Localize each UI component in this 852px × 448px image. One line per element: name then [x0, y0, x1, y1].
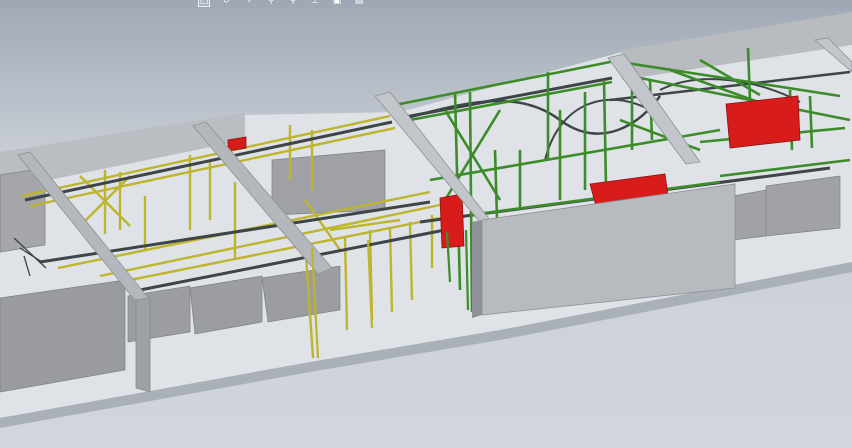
partition-pillar [135, 297, 151, 393]
partition-wall-center-side [472, 220, 482, 318]
machine-box [765, 175, 841, 237]
view-toolbar: □ ⟳ › ⚲ ⚲ ⊥ ▣ ▤ [198, 0, 364, 7]
zoom-fit-icon[interactable]: ⚲ [288, 0, 298, 6]
red-unit [725, 95, 801, 149]
red-unit [439, 193, 465, 249]
pan-view-icon[interactable]: › [244, 0, 254, 6]
section-view-icon[interactable]: ⊥ [310, 0, 320, 6]
display-style-icon[interactable]: ▣ [332, 0, 342, 6]
3d-model-viewport[interactable]: □ ⟳ › ⚲ ⚲ ⊥ ▣ ▤ [0, 0, 852, 448]
machine-box [0, 169, 46, 253]
select-box-icon[interactable]: □ [198, 0, 210, 7]
rotate-view-icon[interactable]: ⟳ [222, 0, 232, 6]
conveyor-line-3d-model[interactable] [0, 0, 852, 448]
standard-views-icon[interactable]: ▤ [354, 0, 364, 6]
machine-box [732, 189, 767, 241]
zoom-in-icon[interactable]: ⚲ [266, 0, 276, 6]
